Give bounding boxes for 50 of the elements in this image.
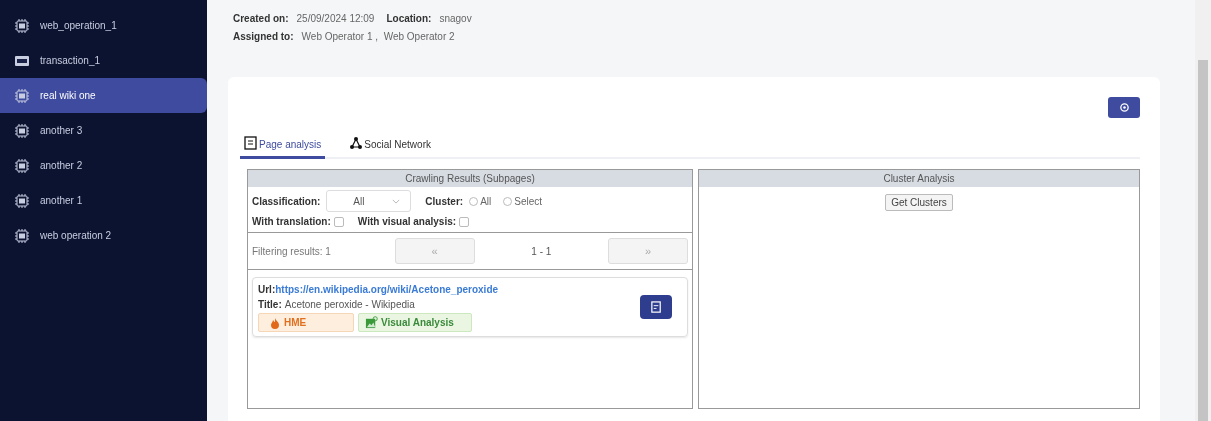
filtering-results: Filtering results: 1 — [252, 245, 332, 257]
chevron-icon — [392, 198, 401, 204]
chip-icon — [13, 121, 31, 140]
classification-label: Classification: — [252, 195, 321, 207]
panel-header: Cluster Analysis — [699, 170, 1139, 187]
sidebar-item[interactable]: another 3 — [0, 113, 207, 148]
tab[interactable]: Page analysis — [240, 132, 326, 159]
chip-icon — [13, 156, 31, 175]
sidebar-item[interactable]: web operation 2 — [0, 218, 207, 253]
location-label: Location: — [386, 12, 432, 26]
flame-icon — [269, 316, 281, 329]
settings-icon — [1118, 102, 1130, 113]
settings-button[interactable] — [1108, 97, 1140, 118]
page-title: Acetone peroxide - Wikipedia — [284, 299, 415, 310]
radio-option[interactable]: All — [469, 195, 492, 207]
scrollbar-thumb[interactable] — [1198, 60, 1208, 421]
checkbox-option[interactable]: With translation: — [252, 216, 344, 227]
get-clusters-button[interactable]: Get Clusters — [885, 194, 953, 211]
url-link[interactable]: https://en.wikipedia.org/wiki/Acetone_peroxide — [275, 284, 499, 295]
assigned-label: Assigned to: — [233, 30, 294, 44]
sidebar-item[interactable]: another 1 — [0, 183, 207, 218]
title-label: Title: — [258, 299, 282, 310]
sidebar-item[interactable]: web_operation_1 — [0, 8, 207, 43]
document-icon — [244, 136, 258, 150]
tag: HME — [258, 313, 354, 332]
document-icon — [649, 300, 663, 314]
url-label: Url: — [258, 284, 276, 295]
sidebar-item[interactable]: transaction_1 — [0, 43, 207, 78]
location-value: snagov — [439, 12, 472, 26]
chip-icon — [13, 16, 31, 35]
assigned-value: Web Operator 1 , Web Operator 2 — [301, 30, 455, 44]
tag: Visual Analysis — [358, 313, 472, 332]
sidebar-item[interactable]: real wiki one — [0, 78, 207, 113]
checkbox-option[interactable]: With visual analysis: — [357, 216, 470, 227]
created-date: 25/09/2024 12:09 — [296, 12, 375, 26]
network-icon — [349, 136, 364, 150]
created-label: Created on: — [233, 12, 289, 26]
open-button[interactable] — [640, 295, 672, 319]
scrollbar[interactable] — [1195, 0, 1211, 421]
page-range: 1 - 1 — [530, 245, 553, 257]
panel-header: Crawling Results (Subpages) — [248, 170, 692, 187]
tab[interactable]: Social Network — [345, 132, 435, 159]
cluster-label: Cluster: — [425, 195, 464, 207]
classification-select[interactable]: All — [326, 190, 412, 212]
sidebar-item[interactable]: another 2 — [0, 148, 207, 183]
image-icon — [365, 316, 378, 329]
chip-icon — [13, 191, 31, 210]
radio-option[interactable]: Select — [503, 195, 543, 207]
chip-icon — [13, 86, 31, 105]
chip-icon — [13, 226, 31, 245]
